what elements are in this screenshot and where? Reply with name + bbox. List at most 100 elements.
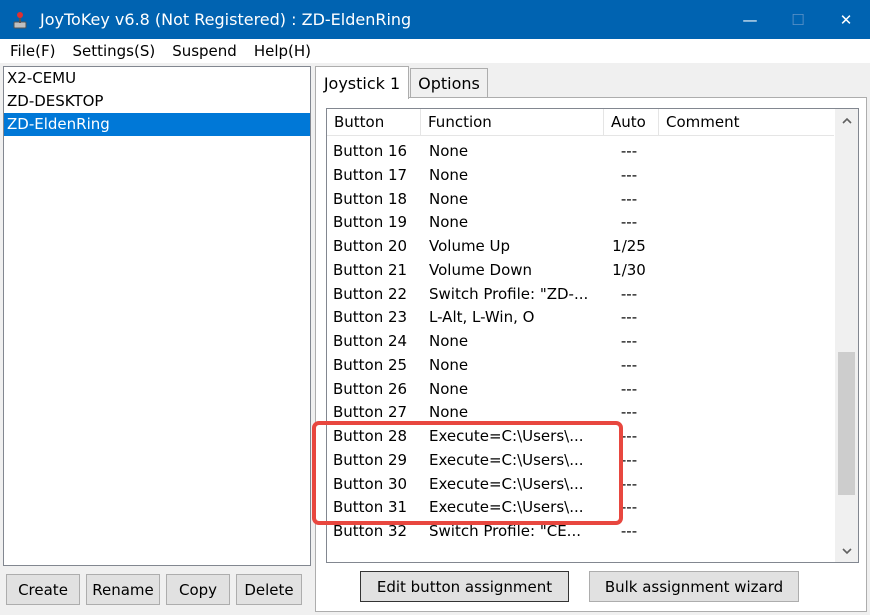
row-auto-cell: --- bbox=[620, 522, 638, 540]
row-auto-cell: --- bbox=[620, 308, 638, 327]
vertical-scrollbar[interactable] bbox=[835, 109, 858, 562]
row-button-cell: Button 25 bbox=[333, 355, 408, 374]
table-row[interactable]: Button 26 None --- bbox=[327, 378, 834, 402]
menu-help[interactable]: Help(H) bbox=[244, 42, 318, 60]
row-button-cell: Button 28 bbox=[333, 427, 408, 445]
row-function-cell: Volume Down bbox=[429, 260, 533, 279]
maximize-button: ☐ bbox=[791, 10, 805, 29]
tab-joystick-1[interactable]: Joystick 1 bbox=[315, 66, 409, 99]
list-header: Button Function Auto Comment bbox=[327, 109, 834, 136]
row-function-cell: L-Alt, L-Win, O bbox=[429, 308, 535, 327]
row-comment-cell bbox=[663, 164, 834, 188]
row-function-cell: None bbox=[429, 165, 469, 184]
row-auto-cell: --- bbox=[620, 355, 638, 374]
row-button-cell: Button 24 bbox=[333, 332, 408, 350]
row-function-cell: None bbox=[429, 189, 469, 208]
row-function-cell: None bbox=[429, 403, 469, 422]
table-row[interactable]: Button 21 Volume Down 1/30 bbox=[327, 259, 834, 283]
row-comment-cell bbox=[663, 496, 834, 520]
row-comment-cell bbox=[663, 283, 834, 307]
row-button-cell: Button 18 bbox=[333, 189, 408, 208]
table-row[interactable]: Button 18 None --- bbox=[327, 188, 834, 212]
table-row[interactable]: Button 28 Execute=C:\Users\... --- bbox=[327, 425, 834, 449]
row-button-cell: Button 19 bbox=[333, 213, 408, 232]
row-auto-cell: --- bbox=[620, 165, 638, 184]
delete-button[interactable]: Delete bbox=[236, 574, 302, 605]
menu-suspend[interactable]: Suspend bbox=[162, 42, 244, 60]
row-auto-cell: --- bbox=[620, 498, 638, 517]
row-comment-cell bbox=[663, 425, 834, 449]
scroll-up-arrow-icon[interactable] bbox=[835, 109, 858, 131]
row-auto-cell: --- bbox=[620, 189, 638, 208]
column-auto[interactable]: Auto bbox=[604, 109, 659, 136]
column-comment[interactable]: Comment bbox=[659, 109, 834, 136]
create-button[interactable]: Create bbox=[6, 574, 80, 605]
row-function-cell: None bbox=[429, 355, 469, 374]
row-auto-cell: --- bbox=[620, 284, 638, 303]
row-button-cell: Button 27 bbox=[333, 403, 408, 422]
row-auto-cell: --- bbox=[620, 403, 638, 422]
row-auto-cell: --- bbox=[620, 332, 638, 350]
table-row[interactable]: Button 30 Execute=C:\Users\... --- bbox=[327, 473, 834, 497]
scroll-down-arrow-icon[interactable] bbox=[835, 540, 858, 562]
row-button-cell: Button 17 bbox=[333, 165, 408, 184]
profile-item-zd-desktop[interactable]: ZD-DESKTOP bbox=[4, 90, 310, 113]
list-rows: Button 16 None --- Button 17 None --- Button 1… bbox=[327, 140, 834, 544]
row-button-cell: Button 22 bbox=[333, 284, 408, 303]
joystick-icon[interactable] bbox=[10, 10, 30, 30]
row-function-cell: Volume Up bbox=[429, 237, 511, 255]
edit-button-assignment-button[interactable]: Edit button assignment bbox=[360, 571, 569, 602]
menu-file[interactable]: File(F) bbox=[0, 42, 62, 60]
table-row[interactable]: Button 32 Switch Profile: "CE... --- bbox=[327, 520, 834, 544]
row-function-cell: Switch Profile: "CE... bbox=[429, 522, 581, 540]
row-comment-cell bbox=[663, 140, 834, 164]
tab-options[interactable]: Options bbox=[410, 68, 488, 98]
rename-button[interactable]: Rename bbox=[86, 574, 160, 605]
table-row[interactable]: Button 31 Execute=C:\Users\... --- bbox=[327, 496, 834, 520]
row-button-cell: Button 30 bbox=[333, 474, 408, 493]
row-auto-cell: --- bbox=[620, 474, 638, 493]
table-row[interactable]: Button 29 Execute=C:\Users\... --- bbox=[327, 449, 834, 473]
row-comment-cell bbox=[663, 306, 834, 330]
profile-list[interactable]: X2-CEMU ZD-DESKTOP ZD-EldenRing bbox=[3, 66, 311, 566]
title-bar: JoyToKey v6.8 (Not Registered) : ZD-Elde… bbox=[0, 0, 870, 39]
row-auto-cell: 1/25 bbox=[612, 237, 646, 255]
column-function[interactable]: Function bbox=[421, 109, 604, 136]
profile-item-zd-eldenring[interactable]: ZD-EldenRing bbox=[4, 113, 310, 136]
row-comment-cell bbox=[663, 235, 834, 259]
row-function-cell: None bbox=[429, 142, 469, 160]
row-comment-cell bbox=[663, 401, 834, 425]
table-row[interactable]: Button 19 None --- bbox=[327, 211, 834, 235]
row-comment-cell bbox=[663, 473, 834, 497]
row-comment-cell bbox=[663, 378, 834, 402]
scrollbar-thumb[interactable] bbox=[838, 352, 855, 495]
window-title: JoyToKey v6.8 (Not Registered) : ZD-Elde… bbox=[40, 10, 412, 29]
close-button[interactable]: ✕ bbox=[822, 0, 870, 39]
table-row[interactable]: Button 23 L-Alt, L-Win, O --- bbox=[327, 306, 834, 330]
copy-button[interactable]: Copy bbox=[166, 574, 230, 605]
row-button-cell: Button 31 bbox=[333, 498, 408, 517]
row-auto-cell: --- bbox=[620, 142, 638, 160]
table-row[interactable]: Button 16 None --- bbox=[327, 140, 834, 164]
row-comment-cell bbox=[663, 449, 834, 473]
table-row[interactable]: Button 20 Volume Up 1/25 bbox=[327, 235, 834, 259]
row-comment-cell bbox=[663, 259, 834, 283]
button-assignment-list[interactable]: Button Function Auto Comment Button 16 No… bbox=[326, 108, 859, 563]
row-button-cell: Button 26 bbox=[333, 379, 408, 398]
table-row[interactable]: Button 27 None --- bbox=[327, 401, 834, 425]
profile-item-x2-cemu[interactable]: X2-CEMU bbox=[4, 67, 310, 90]
row-comment-cell bbox=[663, 188, 834, 212]
column-button[interactable]: Button bbox=[327, 109, 421, 136]
row-function-cell: Execute=C:\Users\... bbox=[429, 450, 584, 469]
row-function-cell: Execute=C:\Users\... bbox=[429, 474, 584, 493]
minimize-button[interactable]: — bbox=[726, 0, 774, 39]
bulk-assignment-wizard-button[interactable]: Bulk assignment wizard bbox=[589, 571, 799, 602]
menu-settings[interactable]: Settings(S) bbox=[62, 42, 162, 60]
row-button-cell: Button 16 bbox=[333, 142, 408, 160]
table-row[interactable]: Button 17 None --- bbox=[327, 164, 834, 188]
table-row[interactable]: Button 25 None --- bbox=[327, 354, 834, 378]
table-row[interactable]: Button 24 None --- bbox=[327, 330, 834, 354]
table-row[interactable]: Button 22 Switch Profile: "ZD-... --- bbox=[327, 283, 834, 307]
row-button-cell: Button 32 bbox=[333, 522, 408, 540]
profile-buttons: Create Rename Copy Delete bbox=[6, 574, 302, 605]
